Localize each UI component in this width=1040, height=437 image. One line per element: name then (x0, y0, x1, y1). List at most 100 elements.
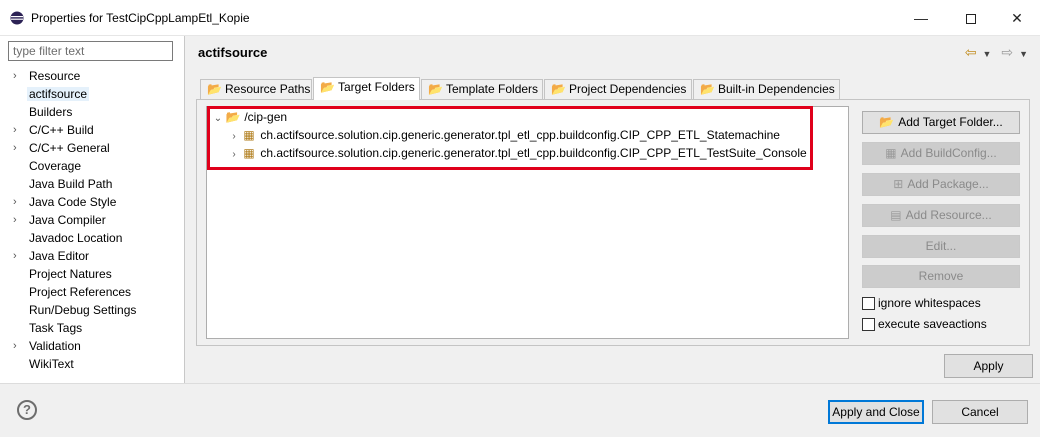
nav-item-label: Java Code Style (29, 195, 117, 209)
chevron-right-icon[interactable]: › (227, 146, 241, 164)
chevron-right-icon[interactable]: › (13, 247, 17, 265)
folder-icon: 📂 (207, 82, 222, 96)
cancel-button[interactable]: Cancel (932, 400, 1028, 424)
tab-template-folders[interactable]: 📂 Template Folders (421, 79, 543, 100)
ignore-whitespaces-checkbox[interactable]: ignore whitespaces (862, 296, 981, 312)
package-icon: ⊞ (893, 177, 904, 191)
tree-child-label: ch.actifsource.solution.cip.generic.gene… (260, 128, 780, 142)
nav-item-label: Project Natures (29, 267, 112, 281)
forward-arrow-icon[interactable]: ⇨ (1001, 44, 1013, 60)
nav-item[interactable]: Coverage (0, 157, 184, 175)
nav-item-label: Project References (29, 285, 132, 299)
resource-icon: ▤ (890, 208, 902, 222)
checkbox-label: ignore whitespaces (878, 296, 981, 310)
tab-label: Built-in Dependencies (718, 82, 835, 96)
forward-dropdown-icon[interactable]: ▼ (1019, 49, 1028, 59)
nav-item-label: Java Editor (29, 249, 90, 263)
close-button[interactable]: ✕ (994, 0, 1040, 36)
chevron-right-icon[interactable]: › (13, 67, 17, 85)
maximize-button[interactable] (948, 0, 994, 36)
nav-item[interactable]: › Java Compiler (0, 211, 184, 229)
chevron-right-icon[interactable]: › (13, 211, 17, 229)
tab-target-folders[interactable]: 📂 Target Folders (313, 77, 420, 100)
properties-page: actifsource ⇦ ▼ ⇨ ▼ 📂 Resource Paths 📂 Targe… (186, 36, 1040, 383)
tab-built-in-dependencies[interactable]: 📂 Built-in Dependencies (693, 79, 840, 100)
nav-item-label: WikiText (29, 357, 74, 371)
nav-item-label: C/C++ General (29, 141, 110, 155)
nav-item[interactable]: › Java Code Style (0, 193, 184, 211)
nav-item[interactable]: actifsource (0, 85, 184, 103)
button-label: Add BuildConfig... (900, 146, 997, 160)
tree-row-child[interactable]: › ▦ ch.actifsource.solution.cip.generic.g… (227, 144, 807, 164)
edit-button[interactable]: Edit... (862, 235, 1020, 258)
add-package-button[interactable]: ⊞ Add Package... (862, 173, 1020, 196)
nav-item[interactable]: Java Build Path (0, 175, 184, 193)
tree-child-label: ch.actifsource.solution.cip.generic.gene… (260, 146, 807, 160)
add-resource-button[interactable]: ▤ Add Resource... (862, 204, 1020, 227)
nav-item-label: actifsource (27, 87, 90, 101)
nav-item[interactable]: Project Natures (0, 265, 184, 283)
nav-item[interactable]: › C/C++ Build (0, 121, 184, 139)
chevron-right-icon[interactable]: › (13, 139, 17, 157)
add-buildconfig-button[interactable]: ▦ Add BuildConfig... (862, 142, 1020, 165)
nav-item[interactable]: Project References (0, 283, 184, 301)
nav-item-label: Javadoc Location (29, 231, 123, 245)
nav-item[interactable]: › C/C++ General (0, 139, 184, 157)
nav-item[interactable]: › Java Editor (0, 247, 184, 265)
help-icon[interactable]: ? (17, 400, 37, 420)
tab-label: Template Folders (446, 82, 539, 96)
nav-item[interactable]: Run/Debug Settings (0, 301, 184, 319)
checkbox-box[interactable] (862, 318, 875, 332)
tree-row-root[interactable]: ⌄ 📂 /cip-gen (211, 108, 287, 126)
tab-resource-paths[interactable]: 📂 Resource Paths (200, 79, 312, 100)
nav-item[interactable]: Javadoc Location (0, 229, 184, 247)
chevron-right-icon[interactable]: › (13, 193, 17, 211)
folder-icon: 📂 (428, 82, 443, 96)
eclipse-icon (10, 11, 24, 25)
folder-icon: 📂 (700, 82, 715, 96)
apply-and-close-button[interactable]: Apply and Close (828, 400, 924, 424)
title-bar: Properties for TestCipCppLampEtl_Kopie —… (0, 0, 1040, 36)
add-target-folder-button[interactable]: 📂 Add Target Folder... (862, 111, 1020, 134)
checkbox-label: execute saveactions (878, 317, 987, 331)
nav-item[interactable]: › Resource (0, 67, 184, 85)
back-arrow-icon[interactable]: ⇦ (965, 44, 977, 60)
nav-item-label: C/C++ Build (29, 123, 94, 137)
chevron-right-icon[interactable]: › (13, 121, 17, 139)
nav-item-label: Builders (29, 105, 73, 119)
button-label: Add Resource... (905, 208, 992, 222)
nav-item[interactable]: Task Tags (0, 319, 184, 337)
tab-content: ⌄ 📂 /cip-gen › ▦ ch.actifsource.solution.c… (196, 99, 1030, 346)
preferences-nav-pane: › Resource actifsource Builders › C/C++ Build… (0, 36, 185, 383)
remove-button[interactable]: Remove (862, 265, 1020, 288)
nav-item[interactable]: Builders (0, 103, 184, 121)
back-dropdown-icon[interactable]: ▼ (983, 49, 992, 59)
dialog-footer: ? Apply and Close Cancel (0, 383, 1040, 437)
folder-icon: 📂 (551, 82, 566, 96)
button-label: Add Target Folder... (898, 115, 1003, 129)
target-folder-icon: 📂 (879, 115, 895, 129)
nav-item[interactable]: WikiText (0, 355, 184, 373)
tree-row-child[interactable]: › ▦ ch.actifsource.solution.cip.generic.g… (227, 126, 780, 144)
chevron-down-icon[interactable]: ⌄ (211, 110, 225, 128)
target-folder-icon: 📂 (320, 80, 335, 94)
execute-saveactions-checkbox[interactable]: execute saveactions (862, 317, 987, 333)
nav-item[interactable]: › Validation (0, 337, 184, 355)
button-label: Add Package... (907, 177, 989, 191)
chevron-right-icon[interactable]: › (13, 337, 17, 355)
tab-label: Project Dependencies (569, 82, 687, 96)
target-folder-icon: 📂 (225, 110, 241, 124)
nav-item-label: Task Tags (29, 321, 83, 335)
apply-button[interactable]: Apply (944, 354, 1033, 378)
checkbox-box[interactable] (862, 297, 875, 311)
minimize-button[interactable]: — (898, 0, 944, 36)
history-nav: ⇦ ▼ ⇨ ▼ (959, 44, 1028, 61)
tab-label: Resource Paths (225, 82, 311, 96)
nav-item-label: Java Build Path (29, 177, 113, 191)
target-folder-tree[interactable]: ⌄ 📂 /cip-gen › ▦ ch.actifsource.solution.c… (206, 106, 849, 339)
filter-input[interactable] (8, 41, 173, 61)
nav-item-label: Resource (29, 69, 81, 83)
page-title: actifsource (198, 45, 268, 60)
nav-item-label: Java Compiler (29, 213, 106, 227)
tab-project-dependencies[interactable]: 📂 Project Dependencies (544, 79, 692, 100)
